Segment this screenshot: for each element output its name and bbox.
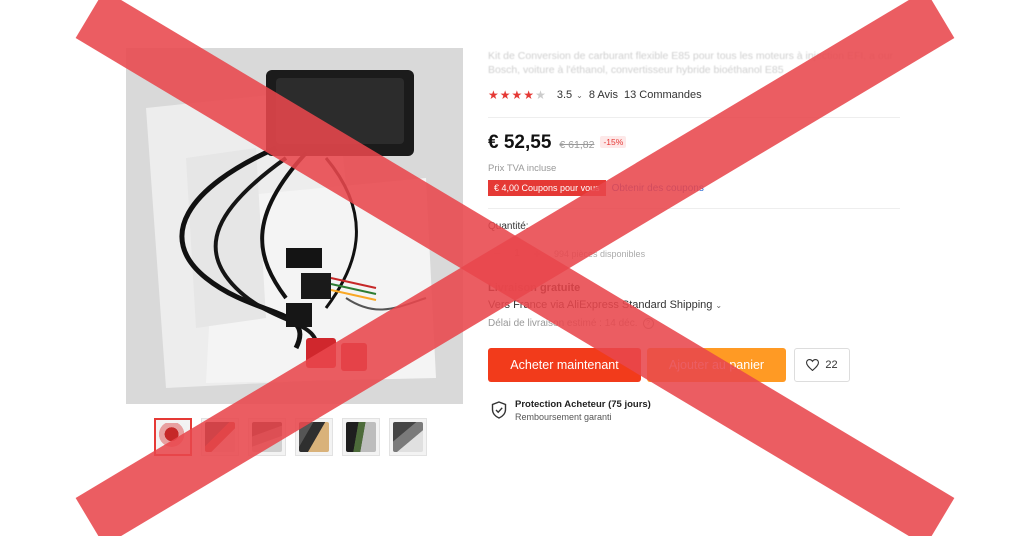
wishlist-count: 22	[825, 359, 838, 371]
orders-count: 13 Commandes	[623, 89, 702, 101]
original-price: € 61,82	[559, 139, 595, 151]
wishlist-button[interactable]: 22	[794, 348, 850, 382]
shipping-method[interactable]: Vers France via AliExpress Standard Ship…	[488, 299, 722, 311]
star-filled-icon: ★	[511, 88, 523, 102]
quantity-stepper: − 1 + 994 pièces disponibles	[488, 246, 645, 261]
chevron-down-icon: ⌄	[715, 301, 723, 310]
star-empty-icon: ★	[535, 88, 546, 102]
star-rating: ★ ★ ★ ★ ★	[488, 89, 547, 101]
shield-check-icon	[491, 401, 507, 419]
quantity-label: Quantité:	[488, 221, 529, 232]
thumbnail[interactable]	[154, 418, 192, 456]
divider	[488, 117, 900, 118]
product-photo	[126, 48, 463, 404]
delivery-estimate: Délai de livraison estimé : 14 déc. ?	[488, 318, 654, 329]
current-price: € 52,55	[488, 132, 552, 153]
star-filled-icon: ★	[488, 88, 499, 102]
heart-icon	[806, 359, 820, 371]
coupon-badge: € 4,00 Coupons pour vous	[488, 180, 606, 196]
thumbnail[interactable]	[248, 418, 286, 456]
coupon-row: € 4,00 Coupons pour vous Obtenir des cou…	[488, 180, 704, 196]
buy-now-button[interactable]: Acheter maintenant	[488, 348, 641, 382]
product-title: Kit de Conversion de carburant flexible …	[488, 50, 894, 76]
star-filled-icon: ★	[523, 88, 535, 102]
thumbnail[interactable]	[389, 418, 427, 456]
discount-badge: -15%	[600, 136, 627, 148]
rating-score[interactable]: 3.5	[557, 89, 572, 101]
action-buttons: Acheter maintenant Ajouter au panier 22	[488, 348, 850, 382]
thumbnail[interactable]	[201, 418, 239, 456]
decrease-quantity-button[interactable]: −	[488, 246, 506, 261]
product-page: Kit de Conversion de carburant flexible …	[0, 0, 1024, 536]
rating-row: ★ ★ ★ ★ ★ 3.5 ⌄ 8 Avis 13 Commandes	[488, 89, 702, 101]
get-coupons-link[interactable]: Obtenir des coupons	[612, 183, 704, 194]
help-icon[interactable]: ?	[642, 318, 654, 329]
delivery-estimate-text: Délai de livraison estimé : 14 déc.	[488, 318, 638, 329]
price-row: € 52,55 € 61,82 -15%	[488, 132, 627, 154]
reviews-link[interactable]: 8 Avis	[589, 89, 618, 101]
buyer-protection: Protection Acheteur (75 jours) Rembourse…	[491, 399, 651, 423]
main-product-image[interactable]	[126, 48, 463, 404]
protection-title: Protection Acheteur (75 jours)	[515, 399, 651, 410]
stock-available: 994 pièces disponibles	[554, 248, 646, 259]
tax-note: Prix TVA incluse	[488, 163, 557, 174]
divider	[488, 208, 900, 209]
thumbnail[interactable]	[295, 418, 333, 456]
star-filled-icon: ★	[499, 88, 511, 102]
protection-subtitle: Remboursement garanti	[515, 412, 612, 422]
shipping-method-label: Vers France via AliExpress Standard Ship…	[488, 299, 713, 311]
chevron-down-icon[interactable]: ⌄	[576, 91, 583, 100]
add-to-cart-button[interactable]: Ajouter au panier	[647, 348, 786, 382]
thumbnail-strip	[154, 418, 427, 456]
thumbnail[interactable]	[342, 418, 380, 456]
quantity-input[interactable]: 1	[506, 248, 528, 259]
shipping-title: Livraison gratuite	[488, 282, 581, 294]
increase-quantity-button[interactable]: +	[528, 246, 546, 261]
